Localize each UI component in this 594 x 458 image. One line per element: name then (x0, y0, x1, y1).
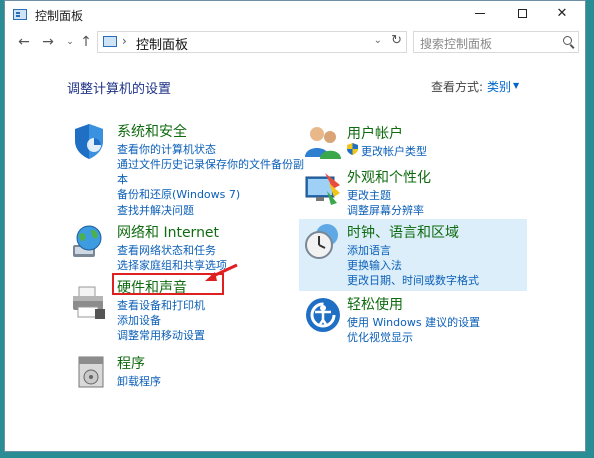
link-file-history-backup-wrap[interactable]: 本 (117, 171, 128, 187)
category-title-programs[interactable]: 程序 (117, 353, 145, 373)
control-panel-icon (13, 9, 27, 20)
close-icon: ✕ (556, 6, 568, 21)
shield-icon (75, 124, 103, 159)
view-by-caret-icon[interactable]: ▼ (513, 81, 519, 90)
breadcrumb-chevron-icon[interactable]: › (122, 34, 127, 48)
link-date-time-format[interactable]: 更改日期、时间或数字格式 (347, 272, 479, 288)
uac-shield-icon (347, 143, 358, 155)
link-change-input-method[interactable]: 更换输入法 (347, 257, 402, 273)
minimize-icon (475, 13, 485, 14)
link-change-theme[interactable]: 更改主题 (347, 187, 391, 203)
appearance-icon (305, 173, 340, 205)
programs-icon (78, 356, 104, 388)
up-button[interactable]: ↑ (77, 33, 95, 51)
breadcrumb-control-panel[interactable]: 控制面板 (136, 34, 188, 53)
view-by-label: 查看方式: (431, 80, 484, 94)
link-screen-resolution[interactable]: 调整屏幕分辨率 (347, 202, 424, 218)
navigation-bar: ← → ⌄ ↑ › 控制面板 ⌄ ↻ 搜索控制面板 (5, 29, 585, 57)
link-network-status[interactable]: 查看网络状态和任务 (117, 242, 216, 258)
network-globe-icon (73, 225, 102, 257)
link-view-computer-status[interactable]: 查看你的计算机状态 (117, 141, 216, 157)
link-optimize-display[interactable]: 优化视觉显示 (347, 329, 413, 345)
up-arrow-icon: ↑ (80, 34, 92, 50)
link-change-account-type[interactable]: 更改帐户类型 (361, 143, 427, 159)
link-add-language[interactable]: 添加语言 (347, 242, 391, 258)
link-mobility-settings[interactable]: 调整常用移动设置 (117, 327, 205, 343)
category-title-user-accounts[interactable]: 用户帐户 (347, 123, 403, 143)
link-troubleshoot[interactable]: 查找并解决问题 (117, 202, 194, 218)
maximize-button[interactable] (503, 1, 541, 29)
user-accounts-icon (305, 127, 341, 159)
address-dropdown-icon[interactable]: ⌄ (374, 35, 382, 46)
page-title: 调整计算机的设置 (67, 82, 172, 97)
close-button[interactable]: ✕ (543, 1, 581, 29)
title-bar: 控制面板 ✕ (5, 1, 585, 29)
link-backup-restore[interactable]: 备份和还原(Windows 7) (117, 186, 240, 202)
printer-icon (73, 286, 105, 319)
minimize-button[interactable] (461, 1, 499, 29)
link-add-device[interactable]: 添加设备 (117, 312, 161, 328)
search-input[interactable]: 搜索控制面板 (413, 31, 579, 53)
link-recommended-settings[interactable]: 使用 Windows 建议的设置 (347, 314, 480, 330)
clock-globe-icon (305, 224, 338, 259)
search-icon[interactable] (563, 36, 572, 45)
control-panel-window: 控制面板 ✕ ← → ⌄ ↑ › 控制面板 ⌄ ↻ 搜索控制面板 调整计算机的设… (4, 0, 586, 452)
category-title-system-security[interactable]: 系统和安全 (117, 121, 187, 141)
address-bar[interactable]: › 控制面板 ⌄ ↻ (97, 31, 407, 53)
view-by-dropdown[interactable]: 类别 (487, 78, 511, 95)
chevron-down-icon: ⌄ (66, 37, 74, 47)
category-title-ease-of-access[interactable]: 轻松使用 (347, 294, 403, 314)
back-button[interactable]: ← (15, 33, 33, 51)
forward-arrow-icon: → (42, 34, 54, 50)
link-uninstall-program[interactable]: 卸载程序 (117, 373, 161, 389)
window-title: 控制面板 (35, 9, 84, 23)
ease-of-access-icon (306, 298, 340, 332)
category-title-network-internet[interactable]: 网络和 Internet (117, 222, 219, 242)
forward-button[interactable]: → (39, 33, 57, 51)
category-title-clock-language-region[interactable]: 时钟、语言和区域 (347, 222, 459, 242)
maximize-icon (517, 9, 527, 18)
link-file-history-backup[interactable]: 通过文件历史记录保存你的文件备份副 (117, 156, 304, 172)
category-title-appearance[interactable]: 外观和个性化 (347, 167, 431, 187)
link-devices-printers[interactable]: 查看设备和打印机 (117, 297, 205, 313)
control-panel-small-icon (103, 36, 117, 47)
back-arrow-icon: ← (18, 34, 30, 50)
annotation-arrow-icon (205, 263, 238, 281)
refresh-icon[interactable]: ↻ (391, 33, 402, 48)
search-placeholder: 搜索控制面板 (420, 37, 493, 51)
